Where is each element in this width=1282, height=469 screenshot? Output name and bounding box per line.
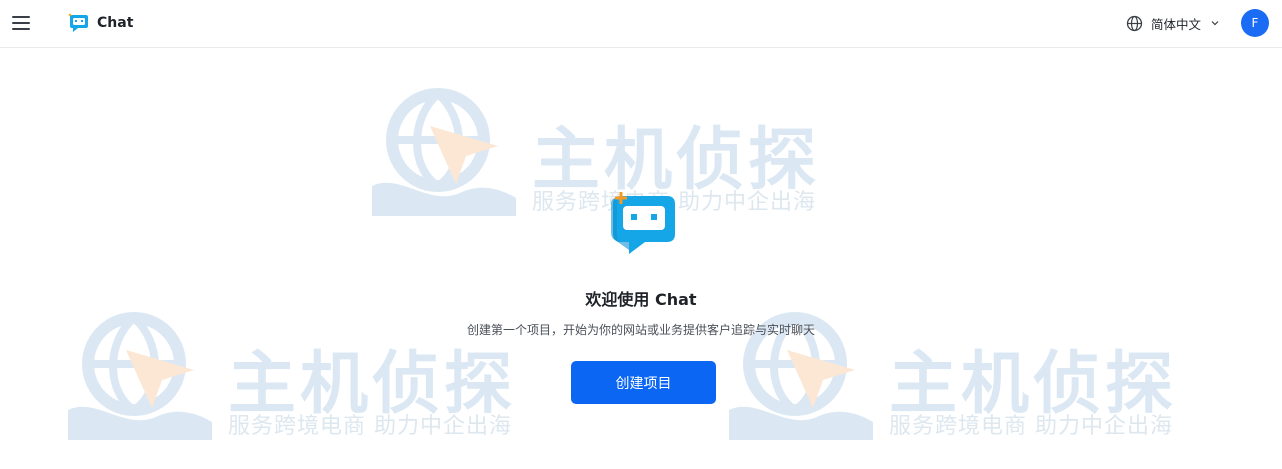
chat-logo-icon [611, 192, 675, 254]
watermark-subtitle: 服务跨境电商 助力中企出海 [889, 414, 1173, 439]
watermark-title: 主机侦探 [228, 345, 517, 424]
watermark-subtitle: 服务跨境电商 助力中企出海 [228, 414, 512, 439]
chevron-down-icon [1211, 21, 1219, 26]
create-project-button[interactable]: 创建项目 [571, 361, 716, 404]
brand[interactable]: Chat [67, 11, 133, 35]
welcome-description: 创建第一个项目，开始为你的网站或业务提供客户追踪与实时聊天 [466, 323, 815, 337]
watermark: 主机侦探 服务跨境电商 助力中企出海 [370, 88, 840, 228]
globe-icon [1126, 15, 1143, 31]
avatar[interactable]: F [1241, 9, 1269, 37]
watermark-title: 主机侦探 [889, 345, 1178, 424]
menu-icon[interactable] [10, 12, 32, 34]
chat-logo-icon [68, 13, 88, 32]
watermark-logo-icon [372, 88, 516, 216]
language-selector[interactable]: 简体中文 [1126, 13, 1220, 33]
welcome-title: 欢迎使用 Chat [585, 290, 697, 309]
top-bar: Chat 简体中文 F [0, 0, 1282, 48]
watermark-title: 主机侦探 [532, 121, 821, 200]
language-label: 简体中文 [1151, 16, 1202, 32]
brand-name: Chat [97, 15, 134, 31]
